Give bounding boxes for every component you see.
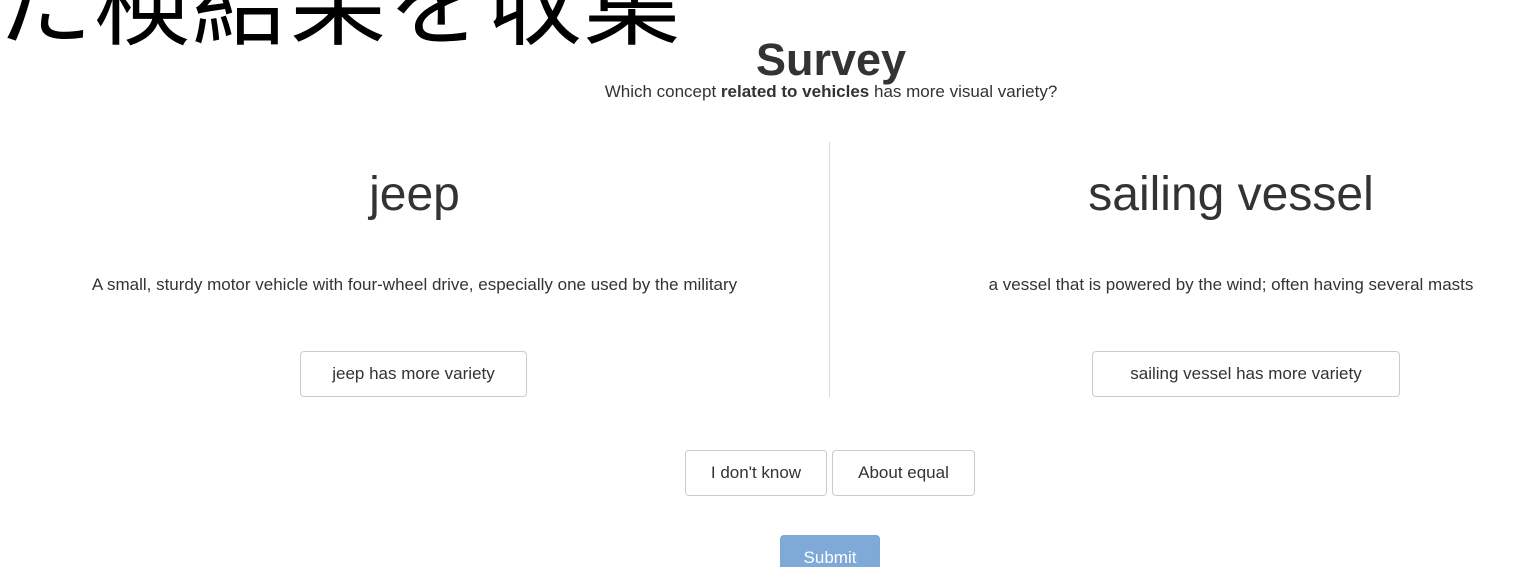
concept-description-right: a vessel that is powered by the wind; of… (988, 275, 1474, 294)
concept-name-right: sailing vessel (1088, 168, 1374, 221)
dont-know-button[interactable]: I don't know (685, 450, 827, 496)
choose-left-button[interactable]: jeep has more variety (300, 351, 527, 397)
concept-panel-left: jeep A small, sturdy motor vehicle with … (0, 165, 829, 397)
submit-button[interactable]: Submit (780, 535, 880, 567)
concept-name-left: jeep (369, 168, 460, 221)
concept-panel-right: sailing vessel a vessel that is powered … (830, 165, 1533, 397)
about-equal-button[interactable]: About equal (832, 450, 975, 496)
concept-description-left: A small, sturdy motor vehicle with four-… (91, 275, 738, 294)
survey-page: た検結果を収集 Survey Which concept related to … (0, 0, 1533, 567)
page-title: Survey (755, 34, 907, 86)
choose-right-button[interactable]: sailing vessel has more variety (1092, 351, 1400, 397)
